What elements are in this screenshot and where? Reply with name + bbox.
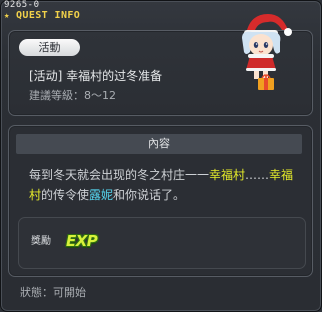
reward-box: [18, 217, 306, 269]
window-title-text: QUEST INFO: [16, 10, 81, 21]
level-label: 建議等級：: [29, 89, 84, 102]
reward-label: 獎勵: [31, 236, 51, 247]
content-header: 內容: [16, 134, 302, 154]
status-value: 可開始: [53, 286, 86, 299]
activity-tag: 活動: [19, 39, 80, 56]
quest-level: 建議等級：8～12: [29, 89, 116, 102]
quest-description: 每到冬天就会出现的冬之村庄一一幸福村……幸福村的传令使露妮和你说话了。: [29, 165, 301, 205]
description-segment: 每到冬天就会出现的冬之村庄一一: [29, 168, 210, 182]
quest-status: 狀態：可開始: [20, 286, 86, 299]
quest-name: [活动] 幸福村的过冬准备: [29, 69, 163, 83]
description-segment: 露妮: [89, 188, 114, 202]
description-segment: ……: [245, 168, 270, 182]
description-segment: 的传令使: [41, 188, 90, 202]
window-title: ★ QUEST INFO: [4, 10, 81, 22]
level-range: 8～12: [84, 89, 116, 102]
star-icon: ★: [4, 11, 10, 21]
description-segment: 幸福村: [209, 168, 246, 182]
status-label: 狀態：: [20, 286, 53, 299]
npc-character-icon: [242, 14, 292, 90]
exp-reward-icon: EXP: [66, 232, 98, 250]
description-segment: 和你说话了。: [113, 188, 186, 202]
